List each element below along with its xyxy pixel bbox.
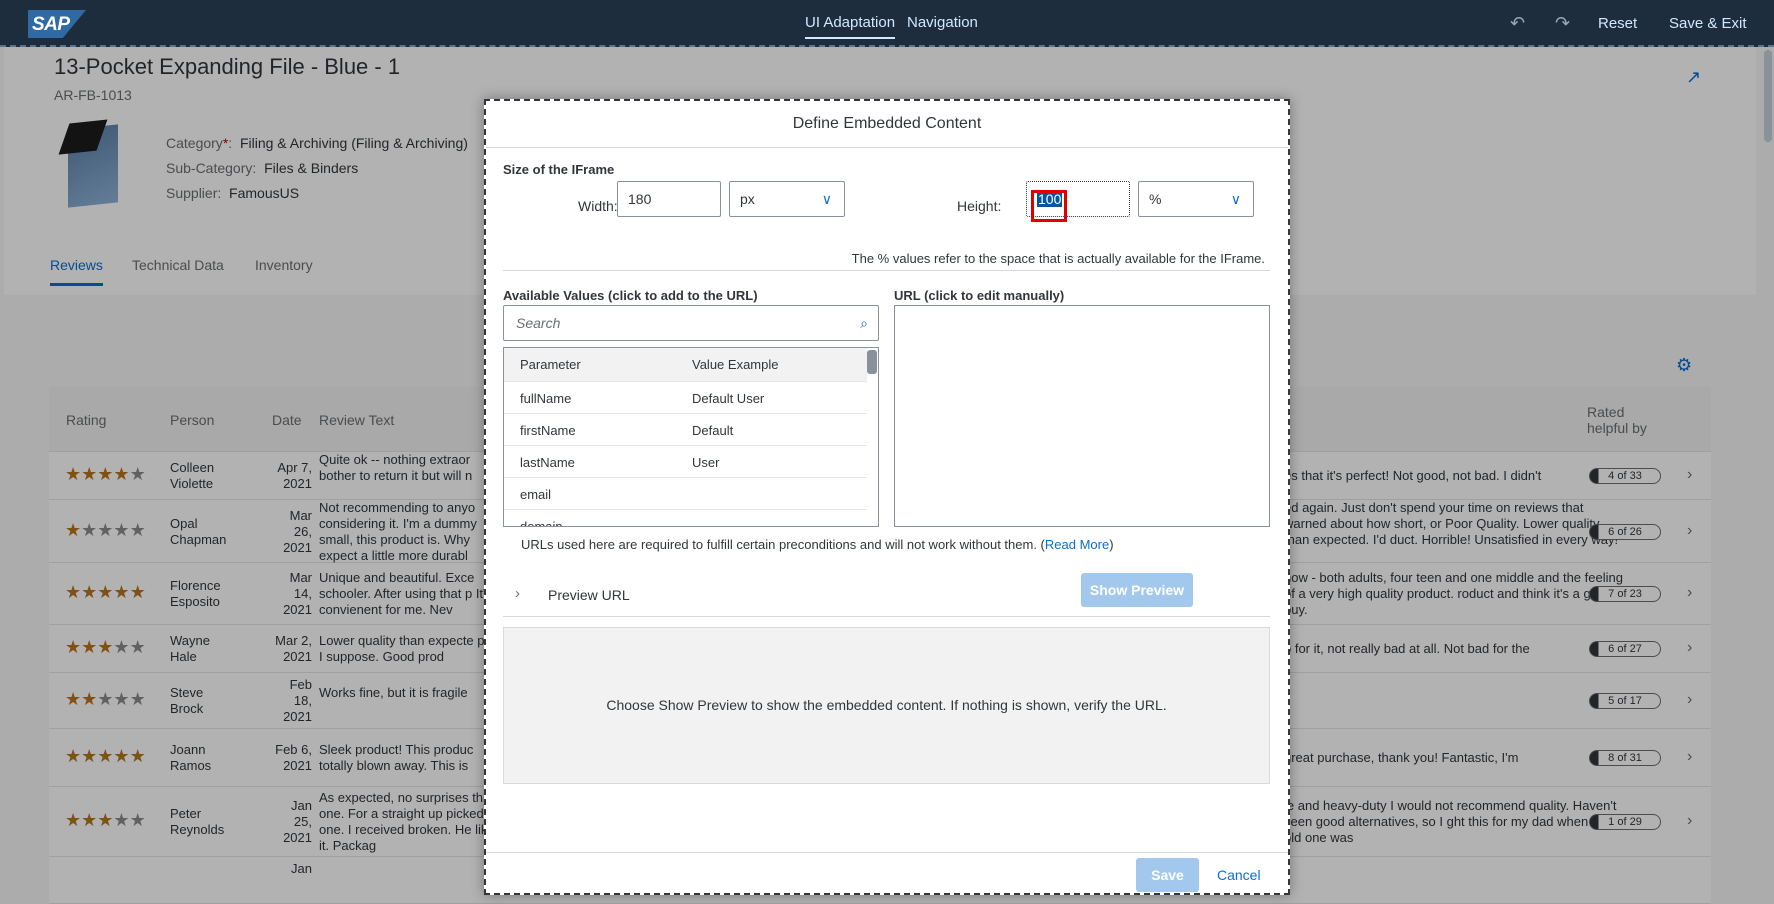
parameter-row[interactable]: email [504, 478, 867, 510]
save-exit-button[interactable]: Save & Exit [1669, 15, 1747, 32]
page-scrollbar[interactable] [1764, 50, 1772, 142]
chevron-down-icon: ∨ [821, 191, 832, 207]
parameter-name: lastName [520, 455, 575, 470]
width-input[interactable]: 180 [617, 181, 721, 217]
parameter-table: Parameter Value Example fullName Default … [503, 347, 879, 527]
parameter-value-example: Default [692, 423, 734, 438]
width-unit-select[interactable]: px ∨ [729, 181, 845, 217]
size-section-label: Size of the IFrame [503, 162, 615, 177]
height-label: Height: [957, 198, 1002, 214]
parameter-name: email [520, 487, 552, 502]
reset-button[interactable]: Reset [1598, 15, 1637, 32]
width-unit-value: px [740, 191, 755, 207]
url-note-suffix: ) [1109, 537, 1114, 552]
show-preview-button[interactable]: Show Preview [1081, 573, 1193, 607]
divider [503, 270, 1270, 271]
header-value-example: Value Example [692, 357, 779, 372]
read-more-link[interactable]: Read More [1045, 537, 1109, 552]
url-note: URLs used here are required to fulfill c… [521, 537, 1114, 552]
url-textarea[interactable] [894, 305, 1270, 527]
header-parameter: Parameter [520, 357, 581, 372]
parameter-value-example: Default User [692, 391, 765, 406]
parameter-name: firstName [520, 423, 576, 438]
parameter-table-header: Parameter Value Example [504, 348, 867, 382]
parameter-row[interactable]: lastName User [504, 446, 867, 478]
dialog-title: Define Embedded Content [486, 101, 1288, 148]
search-icon[interactable]: ⌕ [860, 306, 868, 340]
available-values-label: Available Values (click to add to the UR… [503, 288, 758, 303]
preview-area: Choose Show Preview to show the embedded… [503, 627, 1270, 784]
parameter-value-example: User [692, 455, 720, 470]
url-note-text: URLs used here are required to fulfill c… [521, 537, 1045, 552]
url-label: URL (click to edit manually) [894, 288, 1065, 303]
preview-url-row: › Preview URL Show Preview [503, 573, 1270, 617]
tab-navigation[interactable]: Navigation [907, 14, 978, 31]
cancel-button[interactable]: Cancel [1217, 867, 1261, 883]
height-unit-select[interactable]: % ∨ [1138, 181, 1254, 217]
width-label: Width: [578, 198, 618, 214]
sap-logo[interactable]: SAP [28, 10, 86, 38]
focus-highlight [1031, 190, 1067, 222]
shell-bar: SAP UI Adaptation Navigation ↶ ↷ Reset S… [0, 0, 1774, 47]
undo-icon[interactable]: ↶ [1510, 13, 1525, 34]
parameter-name: domain [520, 519, 563, 527]
height-unit-value: % [1149, 191, 1162, 207]
dialog-footer: Save Cancel [486, 852, 1288, 896]
percent-hint: The % values refer to the space that is … [851, 251, 1265, 266]
preview-url-label[interactable]: Preview URL [548, 587, 630, 603]
parameter-scrollbar[interactable] [867, 350, 877, 374]
logo-text: SAP [32, 14, 70, 35]
chevron-right-icon[interactable]: › [515, 585, 520, 602]
chevron-down-icon: ∨ [1230, 191, 1241, 207]
tab-ui-adaptation[interactable]: UI Adaptation [805, 14, 896, 39]
save-button[interactable]: Save [1136, 858, 1199, 892]
define-embedded-content-dialog: Define Embedded Content Size of the IFra… [484, 99, 1290, 895]
parameter-row[interactable]: fullName Default User [504, 382, 867, 414]
search-placeholder: Search [516, 315, 561, 331]
redo-icon[interactable]: ↷ [1555, 13, 1570, 34]
parameter-row[interactable]: firstName Default [504, 414, 867, 446]
parameter-row[interactable]: domain [504, 510, 867, 527]
parameter-name: fullName [520, 391, 572, 406]
search-input[interactable]: Search ⌕ [503, 305, 879, 341]
